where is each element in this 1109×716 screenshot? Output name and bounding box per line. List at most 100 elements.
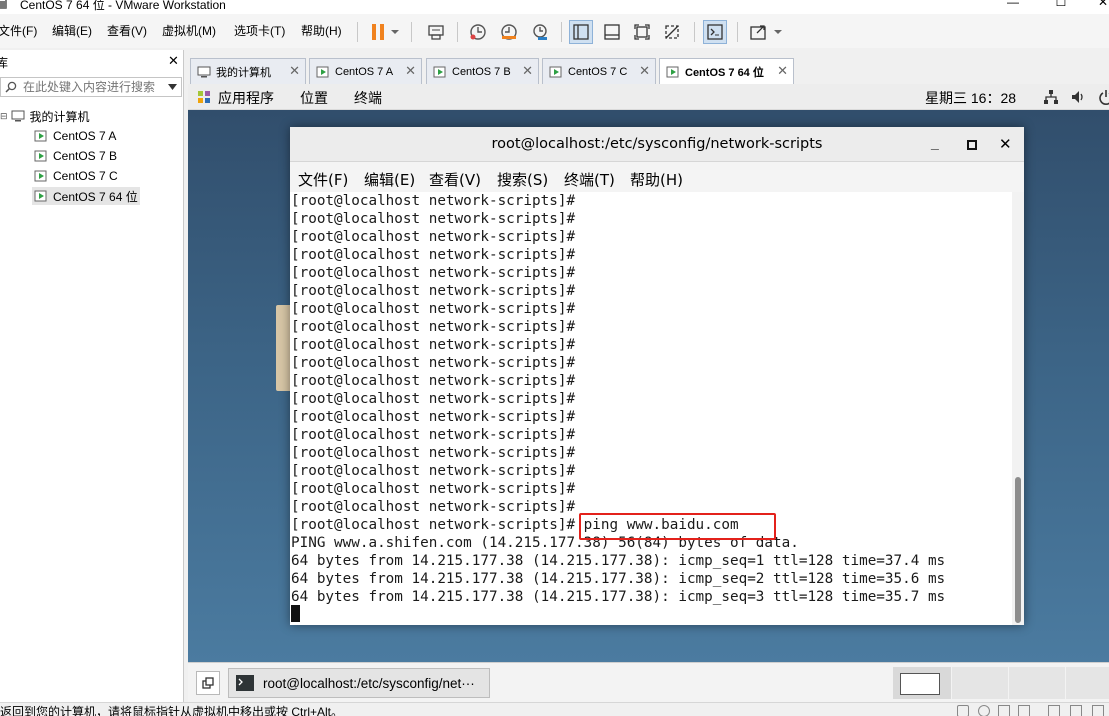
guest-clock[interactable]: 星期三 16：28 xyxy=(925,88,1016,108)
tree-root-my-computer[interactable]: ⊟ 我的计算机 xyxy=(0,107,90,125)
vm-tab-strip: 我的计算机 ✕ CentOS 7 A ✕ CentOS 7 B ✕ CentOS… xyxy=(188,56,1109,84)
terminal-output[interactable]: [root@localhost network-scripts]# [root@l… xyxy=(290,192,1012,625)
thumbnail-bar-icon[interactable] xyxy=(600,20,624,44)
library-close-icon[interactable]: ✕ xyxy=(168,53,179,69)
tab-label: CentOS 7 B xyxy=(452,65,511,78)
terminal-scrollbar[interactable] xyxy=(1012,192,1024,625)
device-messages-icon[interactable] xyxy=(1092,705,1104,716)
menu-help[interactable]: 帮助(H) xyxy=(301,22,342,39)
maximize-button[interactable]: ☐ xyxy=(1046,0,1076,11)
network-icon[interactable] xyxy=(1043,89,1059,105)
device-sound-icon[interactable] xyxy=(1048,705,1060,716)
menu-file[interactable]: 文件(F) xyxy=(0,22,37,39)
term-menu-view[interactable]: 查看(V) xyxy=(429,169,481,190)
output-line: 64 bytes from 14.215.177.38 (14.215.177.… xyxy=(291,553,946,569)
places-menu[interactable]: 位置 xyxy=(300,88,328,108)
tab-close-icon[interactable]: ✕ xyxy=(405,63,416,79)
terminal-menubar: 文件(F) 编辑(E) 查看(V) 搜索(S) 终端(T) 帮助(H) xyxy=(290,162,1024,192)
workspace-2[interactable] xyxy=(952,667,1008,699)
terminal-maximize-button[interactable] xyxy=(967,140,977,150)
prompt-line: [root@localhost network-scripts]# xyxy=(291,409,576,425)
snapshot-manager-icon[interactable] xyxy=(528,20,552,44)
taskbar-terminal-item[interactable]: root@localhost:/etc/sysconfig/net··· xyxy=(228,668,490,698)
minimize-button[interactable]: — xyxy=(998,0,1028,11)
device-hdd-icon[interactable] xyxy=(957,705,969,716)
vm-icon xyxy=(34,190,47,202)
tab-close-icon[interactable]: ✕ xyxy=(289,63,300,79)
device-display-icon[interactable] xyxy=(1070,705,1082,716)
device-cdrom-icon[interactable] xyxy=(978,705,990,716)
tab-centos-b[interactable]: CentOS 7 B ✕ xyxy=(426,58,539,84)
terminal-close-button[interactable]: ✕ xyxy=(999,135,1012,153)
tab-centos-a[interactable]: CentOS 7 A ✕ xyxy=(309,58,422,84)
tree-item-centos-c[interactable]: CentOS 7 C xyxy=(34,167,118,185)
tree-item-centos-a[interactable]: CentOS 7 A xyxy=(34,127,116,145)
library-search[interactable] xyxy=(0,77,182,97)
show-desktop-button[interactable] xyxy=(196,671,220,695)
device-network-icon[interactable] xyxy=(998,705,1010,716)
prompt-line: [root@localhost network-scripts]# xyxy=(291,427,576,443)
prompt-line: [root@localhost network-scripts]# xyxy=(291,481,576,497)
send-ctrl-alt-del-icon[interactable] xyxy=(424,20,448,44)
terminal-window[interactable]: root@localhost:/etc/sysconfig/network-sc… xyxy=(290,127,1024,625)
terminal-menu[interactable]: 终端 xyxy=(354,88,382,108)
workspace-4[interactable] xyxy=(1066,667,1109,699)
tab-close-icon[interactable]: ✕ xyxy=(777,63,788,79)
prompt-line: [root@localhost network-scripts]# xyxy=(291,193,576,209)
workspace-1[interactable] xyxy=(893,667,951,699)
vm-icon xyxy=(316,66,329,77)
applications-menu[interactable]: 应用程序 xyxy=(218,88,274,108)
menu-tabs[interactable]: 选项卡(T) xyxy=(234,22,285,39)
terminal-title: root@localhost:/etc/sysconfig/network-sc… xyxy=(491,136,823,152)
prompt-line: [root@localhost network-scripts]# xyxy=(291,283,576,299)
power-icon[interactable] xyxy=(1098,89,1109,105)
menu-vm[interactable]: 虚拟机(M) xyxy=(162,22,216,39)
device-usb-icon[interactable] xyxy=(1018,705,1030,716)
term-menu-edit[interactable]: 编辑(E) xyxy=(364,169,415,190)
tab-centos-64-active[interactable]: CentOS 7 64 位 ✕ xyxy=(659,58,794,84)
workspace-3[interactable] xyxy=(1009,667,1065,699)
menu-edit[interactable]: 编辑(E) xyxy=(52,22,92,39)
snapshot-icon[interactable] xyxy=(466,20,490,44)
close-button[interactable]: ✕ xyxy=(1088,0,1109,11)
library-header-fragment: 库 xyxy=(0,56,9,70)
tree-item-centos-b[interactable]: CentOS 7 B xyxy=(34,147,117,165)
term-menu-terminal[interactable]: 终端(T) xyxy=(564,169,615,190)
unity-mode-icon[interactable] xyxy=(660,20,684,44)
search-icon xyxy=(5,81,17,93)
prompt-line: [root@localhost network-scripts]# xyxy=(291,445,576,461)
tab-close-icon[interactable]: ✕ xyxy=(522,63,533,79)
tree-item-centos-64-selected[interactable]: CentOS 7 64 位 xyxy=(32,187,140,205)
tab-my-computer[interactable]: 我的计算机 ✕ xyxy=(190,58,306,84)
collapse-icon[interactable]: ⊟ xyxy=(0,111,8,122)
show-library-icon[interactable] xyxy=(569,20,593,44)
terminal-title-bar[interactable]: root@localhost:/etc/sysconfig/network-sc… xyxy=(290,127,1024,162)
vm-icon xyxy=(433,66,446,77)
library-search-input[interactable] xyxy=(23,79,163,95)
full-screen-icon[interactable] xyxy=(630,20,654,44)
pause-dropdown-icon[interactable] xyxy=(387,20,403,44)
tab-centos-c[interactable]: CentOS 7 C ✕ xyxy=(542,58,656,84)
menu-view[interactable]: 查看(V) xyxy=(107,22,147,39)
vm-icon xyxy=(34,130,47,142)
search-dropdown-icon[interactable] xyxy=(168,84,177,90)
term-menu-help[interactable]: 帮助(H) xyxy=(630,169,683,190)
term-menu-file[interactable]: 文件(F) xyxy=(298,169,348,190)
stretch-display-icon[interactable] xyxy=(746,20,770,44)
tree-item-label: CentOS 7 A xyxy=(53,129,117,143)
guest-taskbar: root@localhost:/etc/sysconfig/net··· xyxy=(188,662,1109,702)
output-line: 64 bytes from 14.215.177.38 (14.215.177.… xyxy=(291,589,946,605)
terminal-scroll-thumb[interactable] xyxy=(1015,477,1021,623)
term-menu-search[interactable]: 搜索(S) xyxy=(497,169,548,190)
home-monitor-icon xyxy=(197,66,211,77)
terminal-minimize-button[interactable]: _ xyxy=(931,135,939,151)
tab-close-icon[interactable]: ✕ xyxy=(639,63,650,79)
revert-snapshot-icon[interactable] xyxy=(497,20,521,44)
stretch-dropdown-icon[interactable] xyxy=(770,20,786,44)
prompt-line: [root@localhost network-scripts]# xyxy=(291,391,576,407)
volume-icon[interactable] xyxy=(1070,89,1086,105)
library-panel: 库 ✕ ⊟ 我的计算机 CentOS 7 A CentOS 7 B CentOS… xyxy=(0,50,184,702)
prompt-line: [root@localhost network-scripts]# xyxy=(291,265,576,281)
terminal-cursor xyxy=(291,605,300,622)
console-view-icon[interactable] xyxy=(703,20,727,44)
